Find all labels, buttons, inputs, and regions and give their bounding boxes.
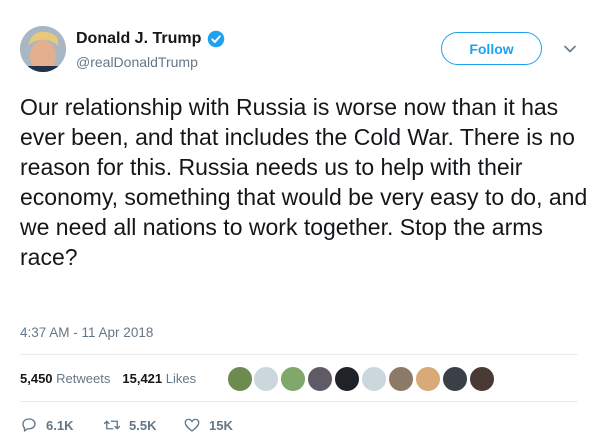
liker-avatar[interactable] bbox=[361, 366, 387, 392]
reply-count: 6.1K bbox=[46, 417, 74, 433]
author-display-name[interactable]: Donald J. Trump bbox=[76, 30, 201, 48]
author-avatar[interactable] bbox=[20, 26, 66, 72]
retweet-icon bbox=[103, 420, 121, 430]
like-icon bbox=[184, 418, 200, 432]
follow-button[interactable]: Follow bbox=[441, 32, 542, 65]
liker-avatar[interactable] bbox=[415, 366, 441, 392]
divider-bottom bbox=[20, 401, 578, 402]
divider-top bbox=[20, 354, 578, 355]
like-button[interactable]: 15K bbox=[183, 416, 233, 434]
retweets-stat[interactable]: 5,450 Retweets bbox=[20, 371, 110, 386]
like-count: 15K bbox=[209, 417, 233, 433]
liker-avatar[interactable] bbox=[442, 366, 468, 392]
retweet-button[interactable]: 5.5K bbox=[103, 416, 156, 434]
likes-count: 15,421 bbox=[122, 371, 163, 386]
reply-icon bbox=[22, 418, 36, 432]
tweet-text: Our relationship with Russia is worse no… bbox=[20, 94, 588, 270]
retweets-count: 5,450 bbox=[20, 371, 53, 386]
liker-avatar[interactable] bbox=[280, 366, 306, 392]
liker-avatar[interactable] bbox=[307, 366, 333, 392]
likes-stat[interactable]: 15,421 Likes bbox=[122, 371, 196, 386]
liker-avatar[interactable] bbox=[388, 366, 414, 392]
liker-avatar[interactable] bbox=[253, 366, 279, 392]
retweet-count: 5.5K bbox=[129, 417, 157, 433]
engagement-stats: 5,450 Retweets 15,421 Likes bbox=[20, 371, 196, 386]
liker-avatar[interactable] bbox=[469, 366, 495, 392]
retweets-label: Retweets bbox=[56, 371, 111, 386]
chevron-down-icon[interactable] bbox=[563, 42, 577, 56]
author-name-row[interactable]: Donald J. Trump bbox=[76, 30, 225, 48]
tweet-timestamp[interactable]: 4:37 AM - 11 Apr 2018 bbox=[20, 325, 153, 340]
verified-badge-icon bbox=[208, 30, 225, 48]
likes-label: Likes bbox=[165, 371, 197, 386]
liker-avatar[interactable] bbox=[334, 366, 360, 392]
author-handle[interactable]: @realDonaldTrump bbox=[76, 54, 198, 70]
reply-button[interactable]: 6.1K bbox=[20, 416, 73, 434]
liker-avatar[interactable] bbox=[227, 366, 253, 392]
